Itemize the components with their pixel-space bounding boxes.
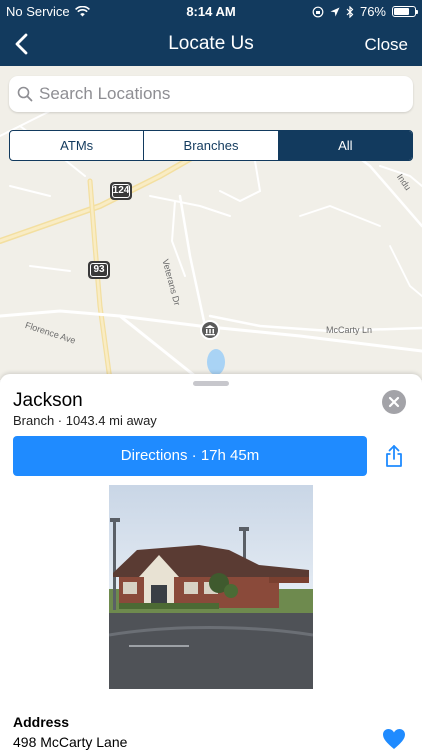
location-detail-sheet: Jackson Branch · 1043.4 mi away Directio… <box>0 374 422 750</box>
battery-icon <box>392 6 418 17</box>
navigation-bar: Locate Us Close <box>0 22 422 66</box>
close-icon <box>388 396 400 408</box>
location-name: Jackson <box>13 390 83 411</box>
route-shield-93: 93 <box>88 261 110 279</box>
filter-branches[interactable]: Branches <box>144 131 279 160</box>
address-label: Address <box>13 714 70 730</box>
page-title: Locate Us <box>168 33 254 54</box>
status-bar: No Service 8:14 AM 76% <box>0 0 422 22</box>
orientation-lock-icon <box>312 6 324 17</box>
street-label-mccarty: McCarty Ln <box>326 325 373 335</box>
close-button[interactable]: Close <box>365 35 408 55</box>
bank-icon <box>205 325 215 336</box>
location-arrow-icon <box>330 7 340 16</box>
branch-map-pin[interactable] <box>200 320 220 340</box>
search-bar[interactable] <box>9 76 413 112</box>
branch-building-image <box>109 485 313 689</box>
map-view[interactable]: ATMs Branches All 124 93 Veterans Dr McC… <box>0 66 422 380</box>
sheet-drag-handle[interactable] <box>193 381 229 386</box>
search-input[interactable] <box>39 84 399 104</box>
directions-button[interactable]: Directions · 17h 45m <box>13 436 367 476</box>
filter-all[interactable]: All <box>278 131 412 160</box>
search-icon <box>17 86 33 102</box>
share-icon[interactable] <box>382 444 406 468</box>
location-type-filter: ATMs Branches All <box>9 130 413 161</box>
close-sheet-button[interactable] <box>382 390 406 414</box>
location-subtitle: Branch · 1043.4 mi away <box>13 413 157 428</box>
favorite-heart-icon[interactable] <box>382 728 406 750</box>
route-shield-124: 124 <box>110 182 132 200</box>
battery-percent: 76% <box>359 4 386 19</box>
bluetooth-icon <box>346 5 354 18</box>
filter-atms[interactable]: ATMs <box>10 131 145 160</box>
address-value: 498 McCarty Lane <box>13 734 128 750</box>
branch-photo <box>109 485 313 689</box>
